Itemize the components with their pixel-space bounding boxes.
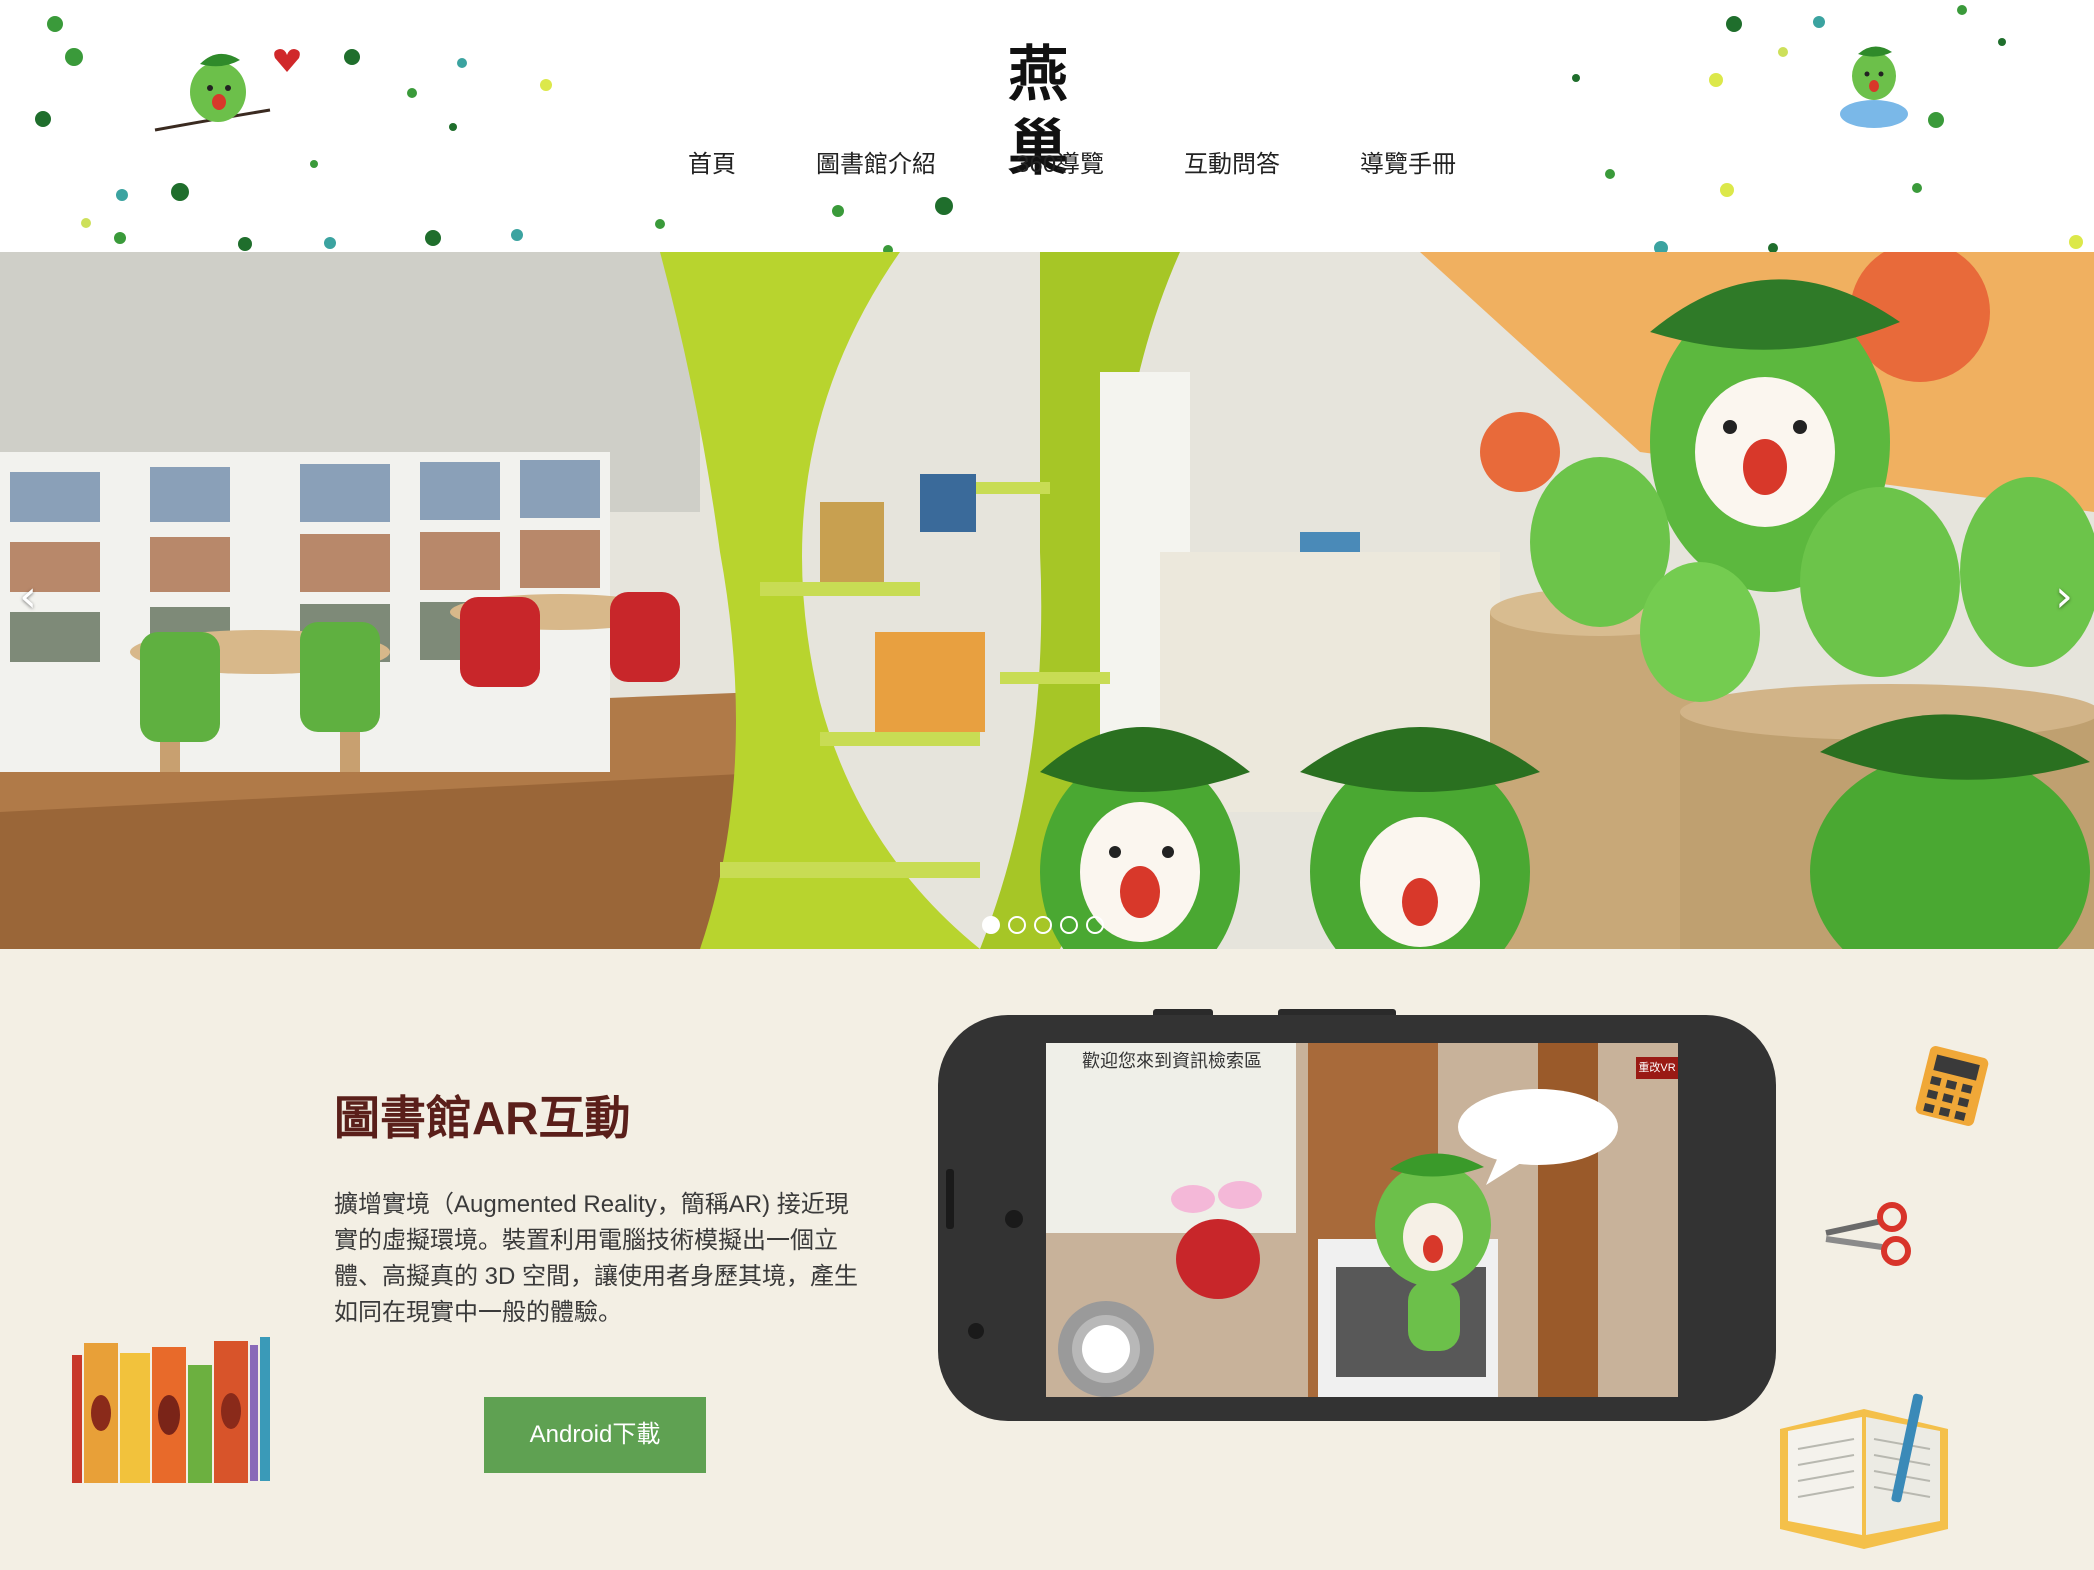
carousel-next-button[interactable]: › [2044,562,2084,632]
ar-section-description: 擴增實境（Augmented Reality，簡稱AR) 接近現實的虛擬環境。裝… [334,1191,859,1326]
nav-item-library-intro[interactable]: 圖書館介紹 [816,140,936,190]
android-download-button[interactable]: Android下載 [484,1397,706,1473]
phone-corner-label: 重改VR [1636,1057,1678,1079]
mascot-cloud-icon [1840,46,1908,128]
nav-item-guidebook[interactable]: 導覽手冊 [1360,140,1456,190]
carousel-indicators [982,916,1104,936]
carousel-indicator[interactable] [1060,916,1078,934]
hero-carousel: ‹ › [0,252,2094,949]
calculator-icon [1915,1046,1989,1126]
carousel-prev-button[interactable]: ‹ [8,562,48,632]
main-nav: 首頁 圖書館介紹 360導覽 互動問答 導覽手冊 [660,140,1456,190]
site-header: 燕巢 首頁 圖書館介紹 360導覽 互動問答 導覽手冊 [0,0,2094,252]
carousel-indicator[interactable] [1086,916,1104,934]
carousel-indicator[interactable] [982,916,1000,934]
open-book-icon [1780,1393,1948,1549]
phone-screen-caption: 歡迎您來到資訊檢索區 [1082,1051,1262,1071]
scissors-icon [1825,1202,1911,1266]
books-icon [72,1337,270,1483]
nav-item-home[interactable]: 首頁 [688,140,736,190]
ar-section-title: 圖書館AR互動 [334,1092,631,1144]
heart-icon [274,49,300,72]
ar-section: 圖書館AR互動 擴增實境（Augmented Reality，簡稱AR) 接近現… [0,949,2094,1570]
carousel-slide-image [0,252,2094,949]
nav-item-quiz[interactable]: 互動問答 [1184,140,1280,190]
nav-item-360-tour[interactable]: 360導覽 [1016,140,1104,190]
carousel-indicator[interactable] [1034,916,1052,934]
carousel-indicator[interactable] [1008,916,1026,934]
site-logo[interactable]: 燕巢 [978,38,1102,184]
